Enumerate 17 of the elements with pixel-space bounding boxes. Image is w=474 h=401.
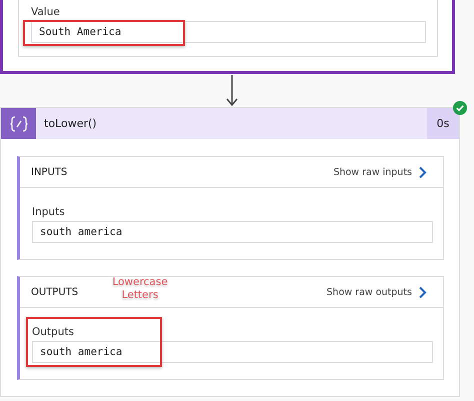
action-header[interactable]: toLower() 0s (1, 108, 459, 139)
section-heading: OUTPUTS (31, 286, 78, 298)
field-label: Inputs (32, 206, 66, 218)
value-field: south america (32, 341, 433, 363)
show-raw-link[interactable]: Show raw outputs (326, 286, 427, 298)
value-field: South America (31, 21, 426, 43)
section-heading: INPUTS (31, 166, 68, 178)
annotation-text: Lowercase Letters (111, 276, 169, 302)
chevron-right-icon (418, 166, 427, 178)
chevron-right-icon (418, 286, 427, 298)
duration-label: 0s (427, 108, 459, 139)
action-title: toLower() (43, 116, 98, 132)
show-raw-link[interactable]: Show raw inputs (333, 166, 427, 178)
field-label: Outputs (32, 326, 75, 338)
field-label: Value (31, 6, 61, 18)
value-field: south america (32, 221, 433, 243)
down-arrow-icon (226, 75, 238, 107)
